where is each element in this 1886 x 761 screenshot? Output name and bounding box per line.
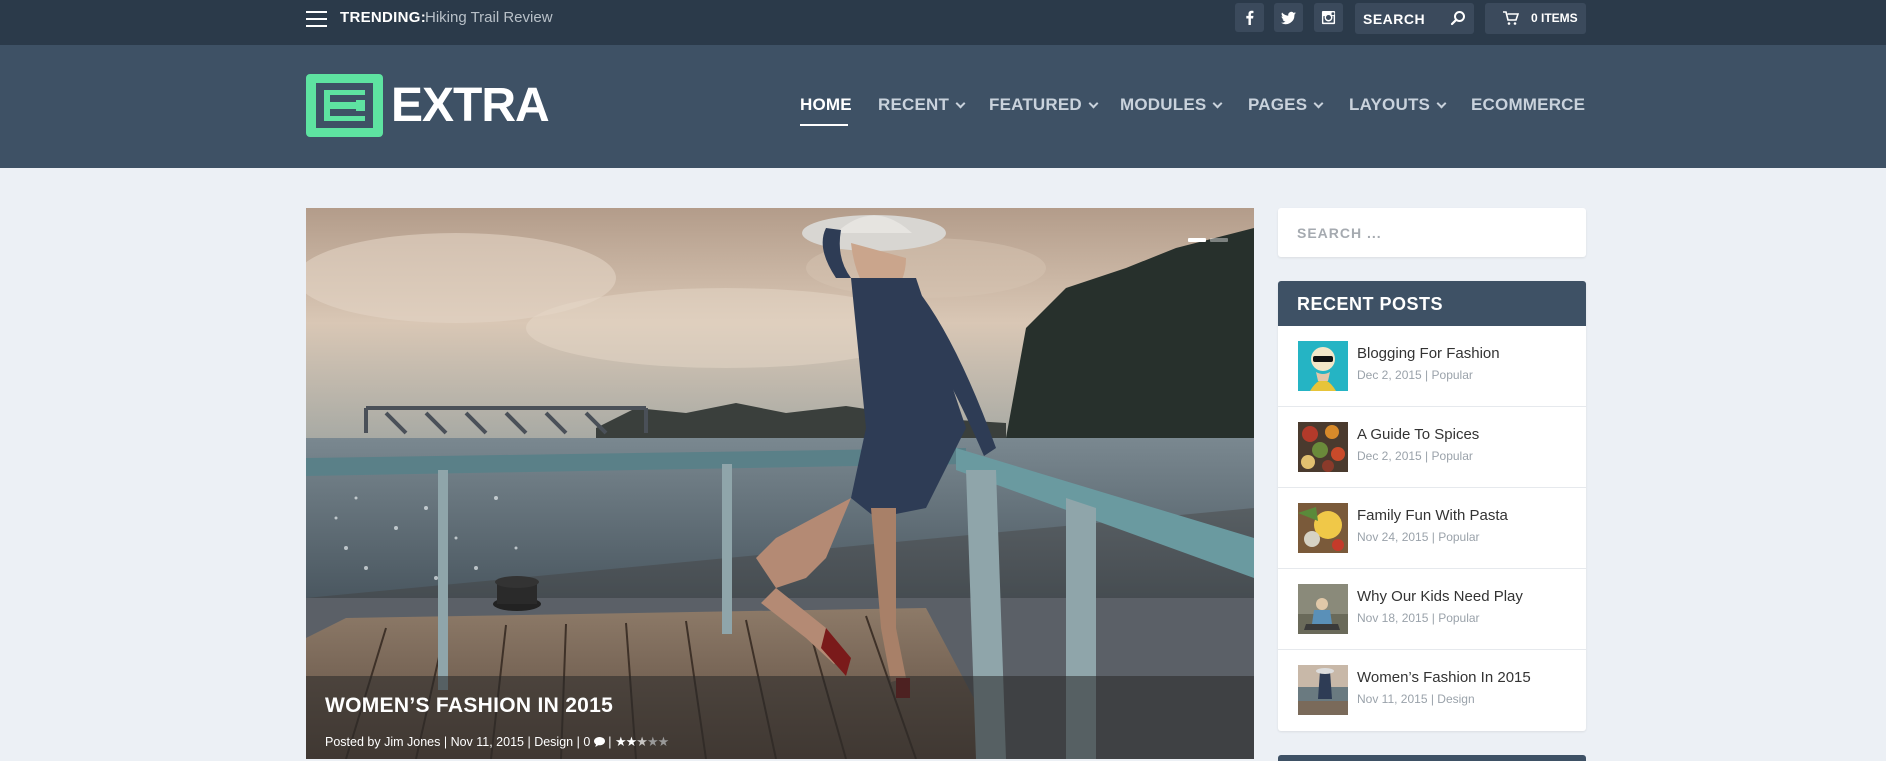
logo-text[interactable]: EXTRA bbox=[391, 78, 550, 133]
chevron-down-icon bbox=[955, 98, 966, 109]
nav-layouts[interactable]: LAYOUTS bbox=[1349, 95, 1447, 115]
nav-label: ECOMMERCE bbox=[1471, 95, 1586, 114]
search-icon[interactable] bbox=[1450, 10, 1466, 26]
nav-modules[interactable]: MODULES bbox=[1120, 95, 1223, 115]
post-title[interactable]: Family Fun With Pasta bbox=[1357, 507, 1508, 524]
post-meta: Nov 18, 2015 | Popular bbox=[1357, 611, 1480, 625]
nav-label: FEATURED bbox=[989, 95, 1082, 114]
top-search-input[interactable] bbox=[1363, 10, 1443, 28]
featured-caption: WOMEN’S FASHION IN 2015 Posted by Jim Jo… bbox=[306, 676, 1254, 759]
recent-post-item[interactable]: Women’s Fashion In 2015 Nov 11, 2015 | D… bbox=[1278, 650, 1586, 731]
nav-label: MODULES bbox=[1120, 95, 1207, 114]
post-meta: Dec 2, 2015 | Popular bbox=[1357, 449, 1473, 463]
recent-posts-widget: RECENT POSTS Blogging For Fashion Dec 2,… bbox=[1278, 281, 1586, 731]
recent-post-item[interactable]: A Guide To Spices Dec 2, 2015 | Popular bbox=[1278, 407, 1586, 488]
slider-dot[interactable] bbox=[1188, 238, 1206, 242]
top-bar: TRENDING: Hiking Trail Review 0 ITEMS bbox=[0, 0, 1886, 45]
featured-meta: Posted by Jim Jones | Nov 11, 2015 | Des… bbox=[325, 734, 669, 749]
sidebar-search[interactable] bbox=[1278, 208, 1586, 257]
cart-count: 0 ITEMS bbox=[1531, 11, 1578, 25]
post-thumbnail[interactable] bbox=[1298, 341, 1348, 391]
category-link[interactable]: Popular bbox=[1438, 611, 1479, 625]
facebook-icon[interactable] bbox=[1235, 3, 1264, 32]
posted-by-label: Posted by bbox=[325, 735, 381, 749]
author-link[interactable]: Jim Jones bbox=[384, 735, 440, 749]
sidebar-search-input[interactable] bbox=[1297, 223, 1567, 243]
trending-link[interactable]: Hiking Trail Review bbox=[425, 9, 553, 26]
chevron-down-icon bbox=[1436, 98, 1447, 109]
recent-posts-heading: RECENT POSTS bbox=[1278, 281, 1586, 326]
chevron-down-icon bbox=[1313, 98, 1324, 109]
nav-label: HOME bbox=[800, 95, 852, 114]
post-thumbnail[interactable] bbox=[1298, 584, 1348, 634]
instagram-icon[interactable] bbox=[1314, 3, 1343, 32]
nav-label: RECENT bbox=[878, 95, 950, 114]
rating-stars: ★★★★★ bbox=[614, 734, 669, 749]
nav-label: PAGES bbox=[1248, 95, 1308, 114]
next-widget-header bbox=[1278, 755, 1586, 761]
nav-featured[interactable]: FEATURED bbox=[989, 95, 1099, 115]
category-link[interactable]: Popular bbox=[1438, 530, 1479, 544]
post-thumbnail[interactable] bbox=[1298, 422, 1348, 472]
slider-pagination[interactable] bbox=[1188, 229, 1232, 247]
post-date: Nov 11, 2015 bbox=[450, 735, 524, 749]
nav-recent[interactable]: RECENT bbox=[878, 95, 966, 115]
nav-home[interactable]: HOME bbox=[800, 95, 852, 115]
post-title[interactable]: Blogging For Fashion bbox=[1357, 345, 1500, 362]
nav-active-indicator bbox=[800, 124, 848, 126]
chevron-down-icon bbox=[1088, 98, 1099, 109]
recent-post-item[interactable]: Blogging For Fashion Dec 2, 2015 | Popul… bbox=[1278, 326, 1586, 407]
featured-title[interactable]: WOMEN’S FASHION IN 2015 bbox=[325, 694, 613, 718]
cart-icon bbox=[1503, 11, 1519, 25]
top-search[interactable] bbox=[1355, 3, 1474, 34]
category-link[interactable]: Popular bbox=[1432, 449, 1473, 463]
post-meta: Dec 2, 2015 | Popular bbox=[1357, 368, 1473, 382]
nav-pages[interactable]: PAGES bbox=[1248, 95, 1324, 115]
post-title[interactable]: A Guide To Spices bbox=[1357, 426, 1479, 443]
cart-button[interactable]: 0 ITEMS bbox=[1485, 3, 1586, 34]
nav-ecommerce[interactable]: ECOMMERCE bbox=[1471, 95, 1585, 115]
twitter-icon[interactable] bbox=[1274, 3, 1303, 32]
post-meta: Nov 24, 2015 | Popular bbox=[1357, 530, 1480, 544]
post-thumbnail[interactable] bbox=[1298, 503, 1348, 553]
comment-icon bbox=[593, 737, 605, 747]
trending-label: TRENDING: bbox=[340, 9, 427, 26]
menu-icon[interactable] bbox=[306, 11, 327, 27]
comment-count[interactable]: 0 bbox=[583, 735, 590, 749]
post-title[interactable]: Why Our Kids Need Play bbox=[1357, 588, 1523, 605]
category-link[interactable]: Design bbox=[1437, 692, 1474, 706]
slider-dot[interactable] bbox=[1210, 238, 1228, 242]
post-meta: Nov 11, 2015 | Design bbox=[1357, 692, 1475, 706]
nav-label: LAYOUTS bbox=[1349, 95, 1431, 114]
chevron-down-icon bbox=[1212, 98, 1223, 109]
recent-post-item[interactable]: Family Fun With Pasta Nov 24, 2015 | Pop… bbox=[1278, 488, 1586, 569]
post-thumbnail[interactable] bbox=[1298, 665, 1348, 715]
category-link[interactable]: Design bbox=[534, 735, 573, 749]
recent-post-item[interactable]: Why Our Kids Need Play Nov 18, 2015 | Po… bbox=[1278, 569, 1586, 650]
category-link[interactable]: Popular bbox=[1432, 368, 1473, 382]
post-title[interactable]: Women’s Fashion In 2015 bbox=[1357, 669, 1531, 686]
featured-slider[interactable]: WOMEN’S FASHION IN 2015 Posted by Jim Jo… bbox=[306, 208, 1254, 759]
logo-icon[interactable] bbox=[306, 74, 383, 137]
